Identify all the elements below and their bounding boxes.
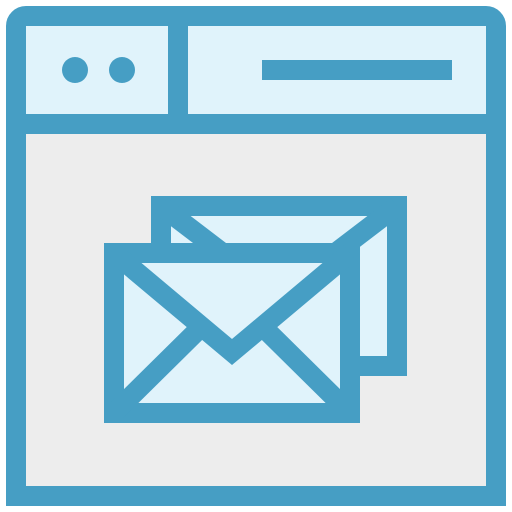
envelope-front-icon — [104, 243, 360, 423]
address-bar-line — [262, 60, 452, 80]
browser-header-left — [6, 6, 188, 134]
web-mail-svg — [6, 6, 506, 506]
window-dot-1 — [62, 57, 88, 83]
web-mail-icon — [0, 0, 512, 512]
window-dot-2 — [109, 57, 135, 83]
